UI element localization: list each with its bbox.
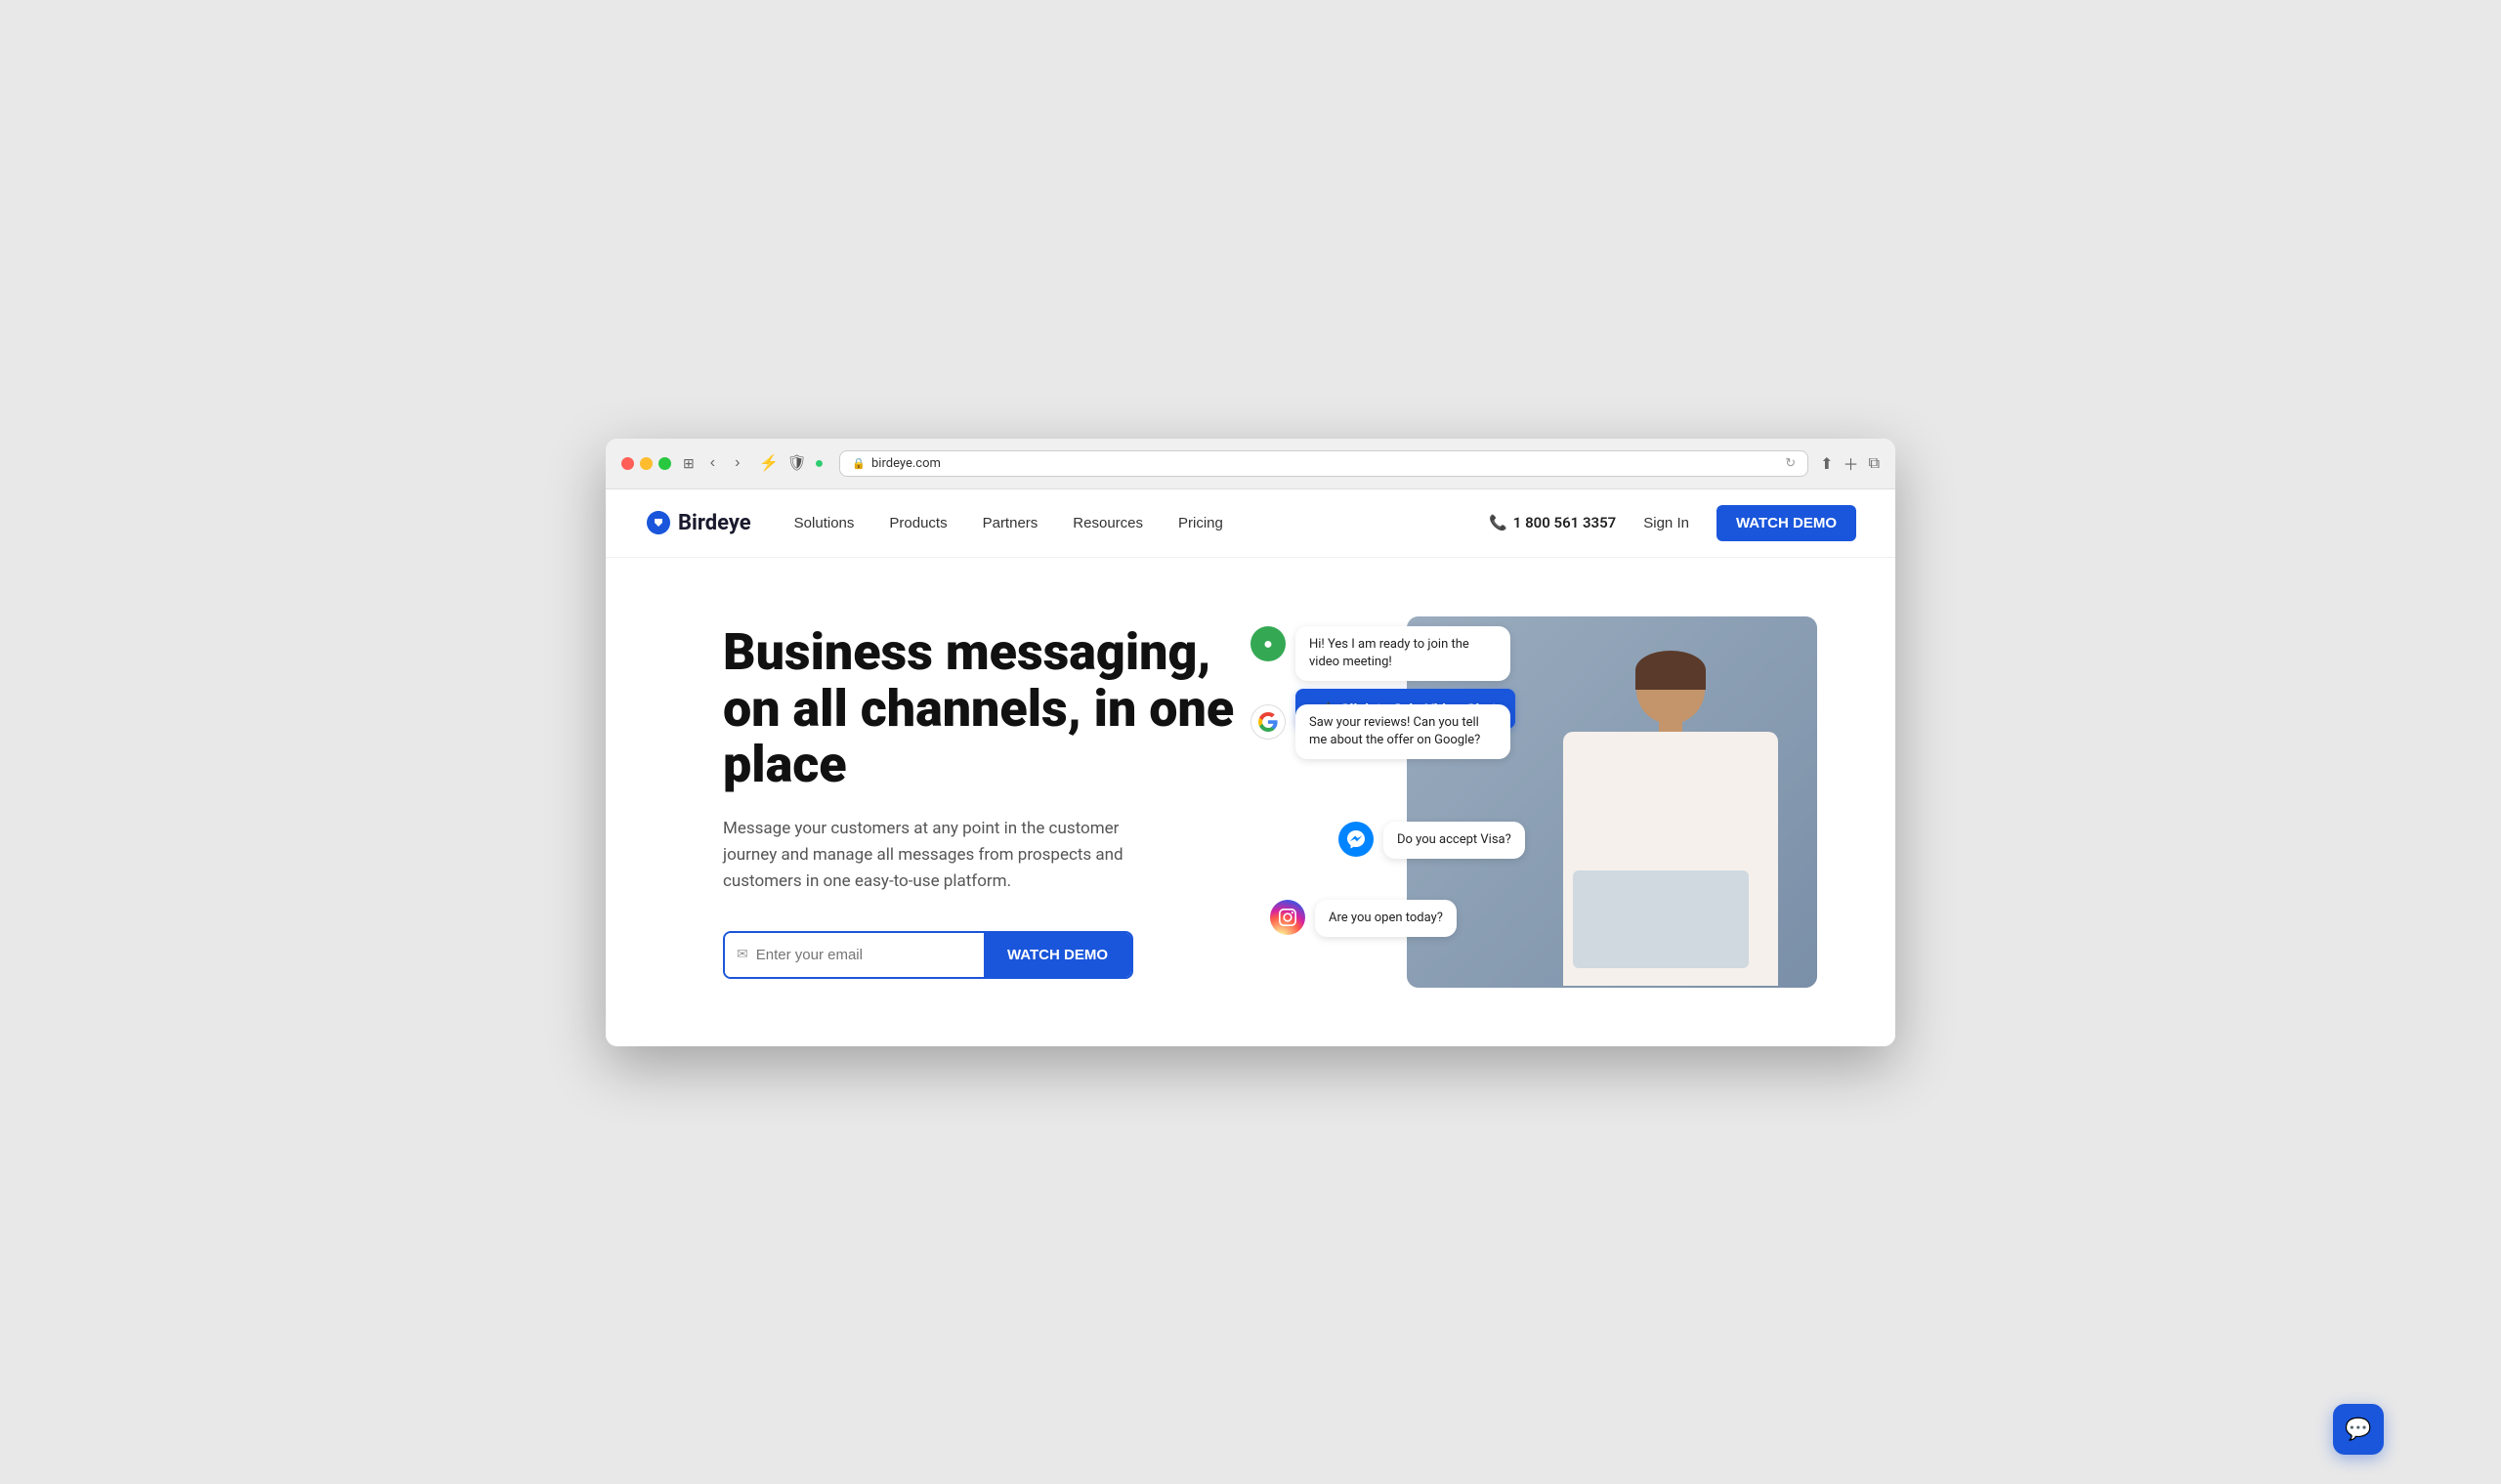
email-icon: ✉ xyxy=(737,947,748,962)
lock-icon: 🔒 xyxy=(852,457,866,470)
traffic-lights xyxy=(621,457,671,470)
nav-pricing[interactable]: Pricing xyxy=(1163,507,1239,539)
sidebar-toggle[interactable]: ⊞ xyxy=(683,455,695,472)
phone-icon: 📞 xyxy=(1489,514,1507,531)
tab-overview-icon[interactable]: ⧉ xyxy=(1869,453,1880,473)
email-form: ✉ WATCH DEMO xyxy=(723,931,1133,979)
chat-icon-messenger xyxy=(1338,822,1374,857)
browser-window: ⊞ ‹ › ⚡ 🛡 ● 🔒 birdeye.com ↻ ⬆ ＋ ⧉ xyxy=(606,439,1895,1046)
hero-subtitle: Message your customers at any point in t… xyxy=(723,816,1133,896)
forward-button[interactable]: › xyxy=(731,452,743,474)
fullscreen-button[interactable] xyxy=(658,457,671,470)
address-bar[interactable]: 🔒 birdeye.com ↻ xyxy=(839,450,1808,477)
chat-icon-instagram xyxy=(1270,900,1305,935)
reload-icon[interactable]: ↻ xyxy=(1785,456,1796,471)
website: Birdeye Solutions Products Partners Reso… xyxy=(606,489,1895,1046)
chat-row-2: Saw your reviews! Can you tell me about … xyxy=(1250,704,1510,759)
watch-demo-nav-button[interactable]: WATCH DEMO xyxy=(1717,505,1856,541)
chat-bubble-2: Saw your reviews! Can you tell me about … xyxy=(1295,704,1510,759)
laptop-shape xyxy=(1573,870,1749,968)
url-text: birdeye.com xyxy=(871,456,941,471)
person-hair xyxy=(1635,651,1706,690)
sign-in-button[interactable]: Sign In xyxy=(1632,507,1701,539)
nav-resources[interactable]: Resources xyxy=(1057,507,1159,539)
nav-right: 📞 1 800 561 3357 Sign In WATCH DEMO xyxy=(1489,505,1856,541)
chat-icon-google xyxy=(1250,704,1286,740)
email-input-wrap: ✉ xyxy=(725,933,984,977)
logo[interactable]: Birdeye xyxy=(645,509,751,536)
chat-widget-icon: 💬 xyxy=(2345,1418,2371,1442)
browser-toolbar: ⊞ ‹ › ⚡ 🛡 ● 🔒 birdeye.com ↻ ⬆ ＋ ⧉ xyxy=(606,439,1895,489)
email-input[interactable] xyxy=(756,935,972,975)
chat-bubble-4: Are you open today? xyxy=(1315,900,1457,937)
share-icon[interactable]: ⬆ xyxy=(1820,454,1833,473)
chat-row-4: Are you open today? xyxy=(1270,900,1457,937)
hero-illustration: ● Hi! Yes I am ready to join the video m… xyxy=(1290,616,1817,988)
main-nav: Birdeye Solutions Products Partners Reso… xyxy=(606,489,1895,558)
chat-icon-green: ● xyxy=(1250,626,1286,661)
person-shape xyxy=(1544,656,1798,988)
chat-widget[interactable]: 💬 xyxy=(2333,1404,2384,1455)
minimize-button[interactable] xyxy=(640,457,653,470)
hero-title: Business messaging, on all channels, in … xyxy=(723,624,1250,792)
nav-partners[interactable]: Partners xyxy=(967,507,1054,539)
chat-row-3: Do you accept Visa? xyxy=(1338,822,1525,859)
new-tab-icon[interactable]: ＋ xyxy=(1844,451,1859,475)
chat-bubble-1: Hi! Yes I am ready to join the video mee… xyxy=(1295,626,1510,681)
close-button[interactable] xyxy=(621,457,634,470)
phone-number: 📞 1 800 561 3357 xyxy=(1489,514,1616,531)
back-button[interactable]: ‹ xyxy=(706,452,719,474)
chat-bubble-3: Do you accept Visa? xyxy=(1383,822,1525,859)
hero-left: Business messaging, on all channels, in … xyxy=(723,624,1250,978)
toolbar-actions: ⬆ ＋ ⧉ xyxy=(1820,451,1880,475)
nav-solutions[interactable]: Solutions xyxy=(779,507,870,539)
nav-products[interactable]: Products xyxy=(873,507,962,539)
nav-links: Solutions Products Partners Resources Pr… xyxy=(779,507,1481,539)
hero-section: Business messaging, on all channels, in … xyxy=(606,558,1895,1046)
watch-demo-hero-button[interactable]: WATCH DEMO xyxy=(984,933,1131,977)
